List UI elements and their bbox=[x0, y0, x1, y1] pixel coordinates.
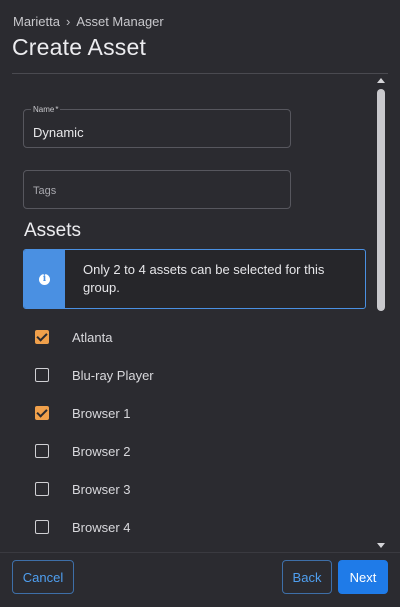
tags-input[interactable] bbox=[24, 171, 290, 208]
checkbox-browser-2[interactable] bbox=[35, 444, 49, 458]
asset-label: Browser 4 bbox=[72, 519, 131, 535]
back-button[interactable]: Back bbox=[282, 560, 332, 594]
asset-label: Browser 1 bbox=[72, 405, 131, 421]
scroll-thumb[interactable] bbox=[377, 89, 385, 311]
tags-field bbox=[23, 170, 291, 209]
asset-item-partial[interactable] bbox=[0, 546, 388, 550]
scroll-down-arrow-icon[interactable] bbox=[377, 543, 385, 548]
asset-label: Blu-ray Player bbox=[72, 367, 154, 383]
breadcrumb-separator: › bbox=[65, 14, 71, 29]
asset-item-atlanta[interactable]: Atlanta bbox=[0, 318, 388, 356]
checkbox-browser-4[interactable] bbox=[35, 520, 49, 534]
info-alert: i Only 2 to 4 assets can be selected for… bbox=[23, 249, 366, 309]
asset-item-browser-4[interactable]: Browser 4 bbox=[0, 508, 388, 546]
breadcrumb: Marietta › Asset Manager bbox=[13, 14, 164, 29]
name-field: Name* bbox=[23, 104, 291, 148]
checkbox-blu-ray-player[interactable] bbox=[35, 368, 49, 382]
breadcrumb-item-asset-manager[interactable]: Asset Manager bbox=[76, 14, 163, 29]
asset-list: Atlanta Blu-ray Player Browser 1 Browser… bbox=[0, 318, 388, 550]
checkbox-browser-1[interactable] bbox=[35, 406, 49, 420]
info-alert-text: Only 2 to 4 assets can be selected for t… bbox=[83, 262, 325, 295]
asset-label: Browser 3 bbox=[72, 481, 131, 497]
asset-item-browser-1[interactable]: Browser 1 bbox=[0, 394, 388, 432]
cancel-button[interactable]: Cancel bbox=[12, 560, 74, 594]
asset-label: Atlanta bbox=[72, 329, 113, 345]
create-asset-page: Marietta › Asset Manager Create Asset Na… bbox=[0, 0, 400, 607]
asset-item-browser-2[interactable]: Browser 2 bbox=[0, 432, 388, 470]
next-button[interactable]: Next bbox=[338, 560, 388, 594]
checkbox-browser-3[interactable] bbox=[35, 482, 49, 496]
page-title: Create Asset bbox=[12, 34, 147, 60]
asset-item-browser-3[interactable]: Browser 3 bbox=[0, 470, 388, 508]
name-input[interactable] bbox=[24, 110, 290, 147]
info-icon-strip: i bbox=[24, 250, 65, 308]
breadcrumb-item-marietta[interactable]: Marietta bbox=[13, 14, 60, 29]
scroll-up-arrow-icon[interactable] bbox=[377, 78, 385, 83]
asset-label: Browser 2 bbox=[72, 443, 131, 459]
asset-item-blu-ray-player[interactable]: Blu-ray Player bbox=[0, 356, 388, 394]
checkbox-atlanta[interactable] bbox=[35, 330, 49, 344]
assets-section-title: Assets bbox=[24, 220, 82, 241]
form-scroll-area: Name* Assets i Only 2 to 4 assets can be… bbox=[0, 74, 388, 550]
info-icon: i bbox=[39, 273, 50, 285]
footer-divider bbox=[0, 552, 400, 553]
vertical-scrollbar[interactable] bbox=[376, 76, 386, 550]
